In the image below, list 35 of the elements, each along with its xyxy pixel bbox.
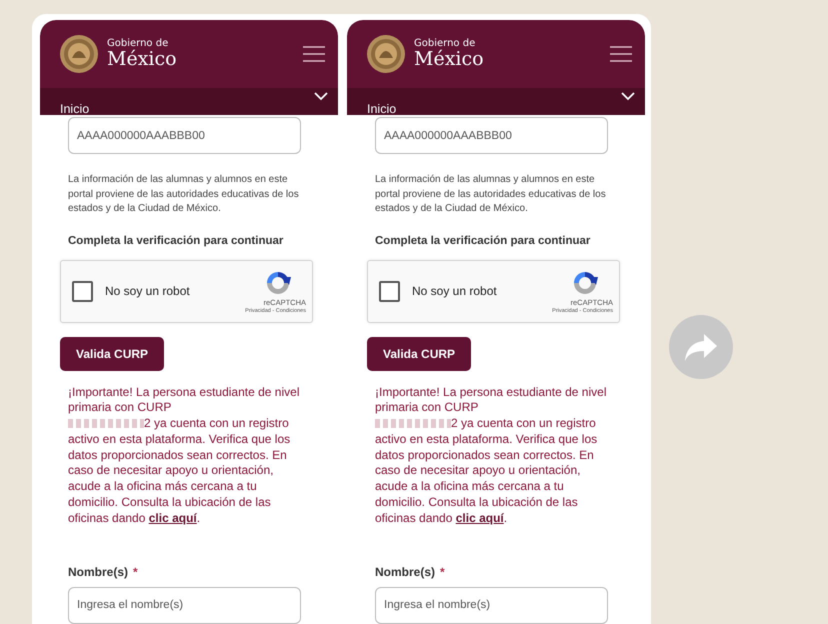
notice-text: ¡Importante! La persona estudiante de nivel primaria con CURP 2 ya cuenta con un registro activo en esta plataforma. Verifica que los datos proporcionados sean correctos. En caso de necesitar apoyo u orientación, acude a la oficina más cercana a tu domicilio. Consulta la ubicación de las oficinas dando clic aquí. [68,384,300,527]
nav-label[interactable]: Inicio [60,102,90,116]
logo-text: Gobierno de [414,39,476,49]
logo-title: México [107,50,177,69]
info-text: La información de las alumnas y alumnos en este portal proviene de las autoridades educativas de los estados y de la Ciudad de México. [68,173,300,216]
forward-arrow-icon [684,332,718,362]
verification-heading: Completa la verificación para continuar [68,234,284,246]
name-input-field[interactable]: Ingresa el nombre(s) [375,586,608,624]
notice-link[interactable]: clic aquí [456,510,504,525]
required-mark: * [133,564,138,579]
captcha-label: No soy un robot [412,284,498,298]
emblem-icon [366,34,406,74]
menu-icon[interactable] [609,45,633,63]
captcha-checkbox[interactable] [72,280,93,302]
validate-button[interactable]: Valida CURP [367,336,472,370]
logo-text: Gobierno de [107,39,170,49]
validate-button[interactable]: Valida CURP [60,336,164,370]
field-label: Nombre(s) [68,564,128,579]
field-label: Nombre(s) [375,564,436,579]
verification-heading: Completa la verificación para continuar [375,234,592,246]
emblem-icon [59,34,99,74]
chevron-down-icon[interactable] [621,91,635,101]
nav-label[interactable]: Inicio [367,102,396,116]
required-mark: * [440,564,445,579]
curp-input-field[interactable]: AAAA000000AAABBB00 [375,117,608,154]
menu-icon[interactable] [302,45,326,63]
info-text: La información de las alumnas y alumnos en este portal proviene de las autoridades educativas de los estados y de la Ciudad de México. [375,173,607,216]
name-input-field[interactable]: Ingresa el nombre(s) [68,586,301,624]
curp-input-field[interactable]: AAAA000000AAABBB00 [68,117,301,154]
notice-text: ¡Importante! La persona estudiante de nivel primaria con CURP 2 ya cuenta con un registro activo en esta plataforma. Verifica que los datos proporcionados sean correctos. En caso de necesitar apoyo u orientación, acude a la oficina más cercana a tu domicilio. Consulta la ubicación de las oficinas dando clic aquí. [375,384,608,527]
captcha-checkbox[interactable] [379,280,400,302]
notice-link[interactable]: clic aquí [148,510,197,525]
captcha-label: No soy un robot [105,284,191,298]
logo-title: México [414,50,484,69]
chevron-down-icon[interactable] [314,91,328,101]
